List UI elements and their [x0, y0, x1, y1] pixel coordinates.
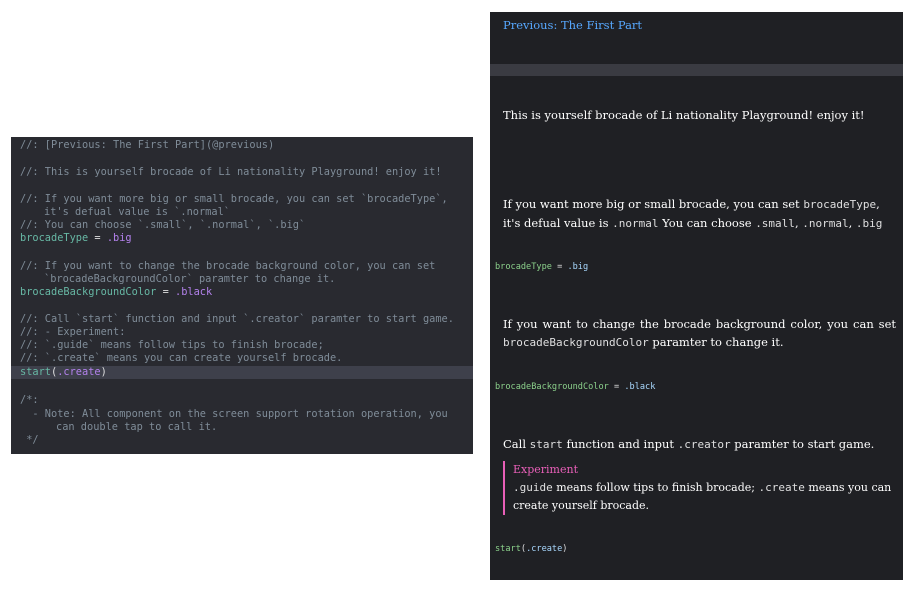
inline-code: .normal: [802, 217, 849, 230]
intro-text: This is yourself brocade of Li nationali…: [503, 108, 865, 122]
editor-line[interactable]: it's defual value is `.normal`: [11, 206, 473, 219]
editor-line[interactable]: //: If you want more big or small brocad…: [11, 193, 473, 206]
start-game-paragraph: Call start function and input .creator p…: [503, 435, 896, 454]
code-line-background-color[interactable]: brocadeBackgroundColor = .black: [495, 381, 655, 393]
code-value: .black: [175, 286, 213, 298]
text-run: You can choose: [658, 216, 756, 230]
code-operator: =: [156, 286, 175, 298]
code-value: .big: [106, 232, 132, 244]
experiment-title: Experiment: [513, 463, 579, 476]
rendered-playground: Previous: The First Part This is yoursel…: [490, 12, 903, 580]
code-line-brocade-type[interactable]: brocadeType = .big: [495, 261, 588, 273]
editor-line[interactable]: - Note: All component on the screen supp…: [11, 408, 473, 421]
code-identifier: brocadeType: [20, 232, 89, 244]
source-editor[interactable]: //: [Previous: The First Part](@previous…: [11, 137, 473, 454]
inline-code: .small: [755, 217, 795, 230]
editor-line[interactable]: //: `.guide` means follow tips to finish…: [11, 339, 473, 352]
inline-code: start: [529, 438, 563, 451]
editor-line[interactable]: */: [11, 434, 473, 447]
code-paren: ): [562, 544, 568, 554]
code-line-start[interactable]: start(.create): [495, 543, 567, 555]
text-run: If you want to change the brocade backgr…: [503, 317, 896, 331]
text-run: paramter to change it.: [648, 335, 784, 349]
inline-code: brocadeType: [803, 198, 877, 211]
editor-line[interactable]: /*:: [11, 394, 473, 407]
editor-line[interactable]: //: [Previous: The First Part](@previous…: [11, 139, 473, 152]
text-run: Call: [503, 437, 530, 451]
inline-code: .guide: [513, 481, 553, 494]
editor-line[interactable]: //: If you want to change the brocade ba…: [11, 260, 473, 273]
editor-line-current[interactable]: start(.create): [11, 366, 473, 379]
text-run: ,: [848, 216, 856, 230]
code-function: start: [20, 366, 51, 378]
code-operator: =: [608, 382, 625, 392]
code-identifier: brocadeBackgroundColor: [20, 286, 157, 298]
code-value: .create: [57, 366, 101, 378]
inline-code: .normal: [612, 217, 659, 230]
code-operator: =: [551, 262, 568, 272]
code-function: start: [495, 544, 521, 554]
code-value: .big: [567, 262, 589, 272]
text-run: means follow tips to finish brocade;: [552, 481, 759, 494]
inline-code: .create: [758, 481, 805, 494]
editor-line[interactable]: `brocadeBackgroundColor` paramter to cha…: [11, 273, 473, 286]
experiment-callout: Experiment .guide means follow tips to fi…: [503, 461, 893, 515]
inline-code: brocadeBackgroundColor: [503, 336, 649, 349]
header-divider: [490, 64, 903, 76]
text-run: paramter to start game.: [730, 437, 875, 451]
editor-line[interactable]: //: This is yourself brocade of Li natio…: [11, 166, 473, 179]
previous-page-link[interactable]: Previous: The First Part: [503, 18, 642, 32]
editor-line[interactable]: //: `.create` means you can create yours…: [11, 352, 473, 365]
editor-line[interactable]: can double tap to call it.: [11, 421, 473, 434]
editor-line[interactable]: //: You can choose `.small`, `.normal`, …: [11, 219, 473, 232]
brocade-size-paragraph: If you want more big or small brocade, y…: [503, 195, 896, 233]
editor-line-code[interactable]: brocadeBackgroundColor = .black: [11, 286, 473, 299]
code-operator: =: [88, 232, 107, 244]
editor-line[interactable]: //: Call `start` function and input `.cr…: [11, 313, 473, 326]
inline-code: .creator: [677, 438, 731, 451]
inline-code: .big: [855, 217, 883, 230]
code-identifier: brocadeType: [495, 262, 552, 272]
background-color-paragraph: If you want to change the brocade backgr…: [503, 315, 896, 352]
text-run: If you want more big or small brocade, y…: [503, 197, 804, 211]
editor-line-code[interactable]: brocadeType = .big: [11, 232, 473, 245]
text-run: function and input: [562, 437, 678, 451]
code-value: .create: [526, 544, 563, 554]
editor-line[interactable]: //: - Experiment:: [11, 326, 473, 339]
code-identifier: brocadeBackgroundColor: [495, 382, 609, 392]
code-value: .black: [624, 382, 656, 392]
